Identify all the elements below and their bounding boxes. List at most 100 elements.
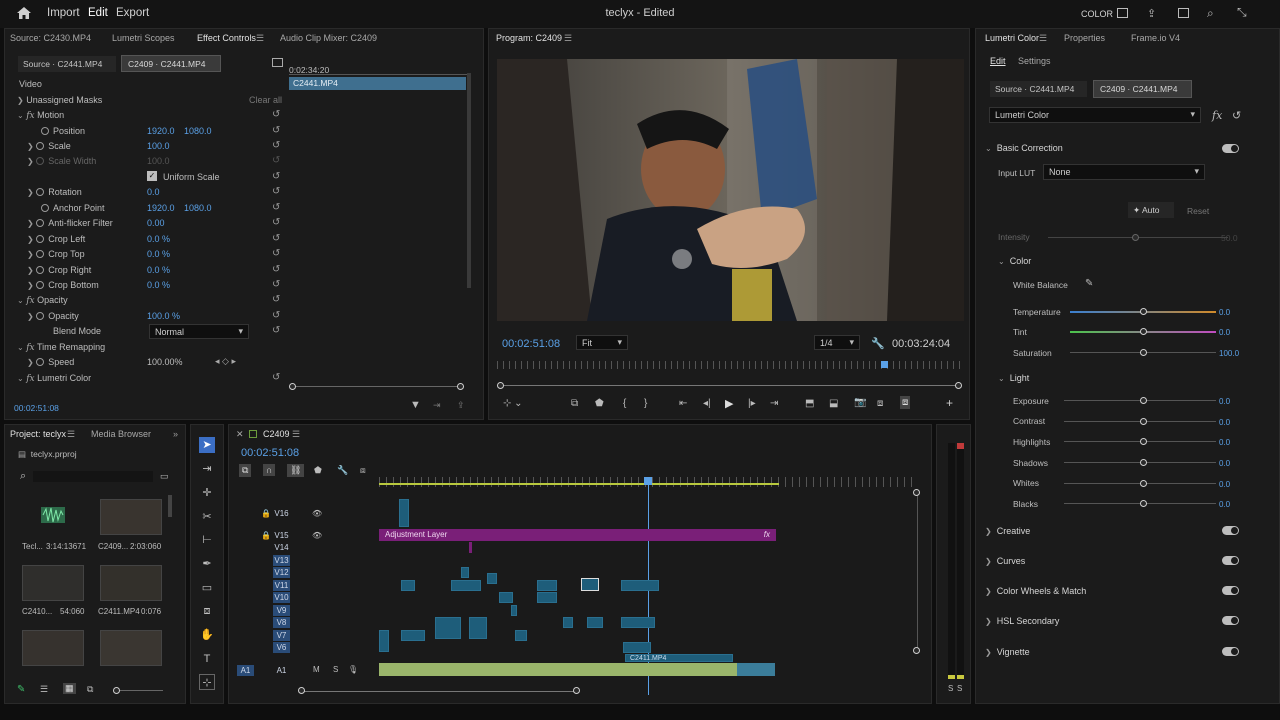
- mark-out-icon[interactable]: }: [644, 398, 647, 409]
- ec-timecode[interactable]: 00:02:51:08: [14, 403, 59, 413]
- scale-value[interactable]: 100.0: [147, 141, 170, 151]
- blend-reset-icon[interactable]: ↺: [272, 326, 284, 336]
- clip-v8c[interactable]: [563, 617, 573, 628]
- tint-knob[interactable]: [1140, 328, 1147, 335]
- motion-reset-icon[interactable]: ↺: [272, 110, 284, 120]
- audio-clip-a1[interactable]: [379, 663, 737, 676]
- program-zoom-right[interactable]: [955, 382, 962, 389]
- clip-v16[interactable]: [399, 499, 409, 527]
- ripple-edit-tool-icon[interactable]: ✛: [199, 485, 215, 501]
- effect-select[interactable]: Lumetri Color: [989, 107, 1201, 123]
- lumetri-effect[interactable]: ⌄ fx Lumetri Color: [17, 373, 91, 384]
- track-v13[interactable]: V13: [273, 555, 290, 566]
- thumb-clip-6[interactable]: [100, 630, 162, 666]
- saturation-knob[interactable]: [1140, 349, 1147, 356]
- ec-zoom-bar[interactable]: [293, 386, 463, 387]
- share-icon[interactable]: [1178, 8, 1189, 18]
- blacks-value[interactable]: 0.0: [1219, 500, 1230, 509]
- reset-button[interactable]: Reset: [1187, 206, 1209, 216]
- crop-bottom-value[interactable]: 0.0 %: [147, 280, 170, 290]
- saturation-value[interactable]: 100.0: [1219, 349, 1239, 358]
- exposure-value[interactable]: 0.0: [1219, 397, 1230, 406]
- clip-v11b[interactable]: [451, 580, 481, 591]
- track-select-tool-icon[interactable]: ⇥: [199, 461, 215, 477]
- whites-knob[interactable]: [1140, 480, 1147, 487]
- clip-v10a[interactable]: [499, 592, 513, 603]
- speed-value[interactable]: 100.00%: [147, 357, 183, 367]
- shadows-value[interactable]: 0.0: [1219, 459, 1230, 468]
- ec-clip-bar[interactable]: C2441.MP4: [289, 77, 466, 90]
- anchor-reset-icon[interactable]: ↺: [272, 203, 284, 213]
- basic-correction-toggle[interactable]: [1222, 144, 1239, 153]
- add-marker-timeline-icon[interactable]: ⬟: [314, 465, 322, 476]
- clip-v12a[interactable]: [487, 573, 497, 584]
- track-v16[interactable]: V16: [273, 508, 290, 519]
- lumetri-menu-icon[interactable]: ☰: [1039, 33, 1047, 44]
- captions-icon[interactable]: ⧈: [360, 465, 366, 476]
- timeline-toggle-icon[interactable]: [272, 58, 283, 67]
- position-x-value[interactable]: 1920.0: [147, 126, 175, 136]
- timeline-timecode[interactable]: 00:02:51:08: [241, 447, 299, 459]
- audio-clip-a1-b[interactable]: [737, 663, 775, 676]
- crop-bottom-reset-icon[interactable]: ↺: [272, 280, 284, 290]
- crop-top-value[interactable]: 0.0 %: [147, 249, 170, 259]
- opacity-reset-icon[interactable]: ↺: [272, 311, 284, 321]
- tab-audio-clip-mixer[interactable]: Audio Clip Mixer: C2409: [280, 33, 377, 43]
- anti-flicker-value[interactable]: 0.00: [147, 218, 165, 228]
- freeform-view-icon[interactable]: ⧉: [87, 684, 93, 695]
- track-v7[interactable]: V7: [273, 630, 290, 641]
- frame-tool-icon[interactable]: ⧈: [199, 603, 215, 619]
- whites-value[interactable]: 0.0: [1219, 480, 1230, 489]
- timeline-hscroll-right[interactable]: [573, 687, 580, 694]
- program-zoom-left[interactable]: [497, 382, 504, 389]
- add-marker-icon[interactable]: ⬟: [595, 398, 604, 409]
- timeline-title[interactable]: C2409: [263, 429, 290, 439]
- clip-v7a[interactable]: [379, 630, 389, 652]
- crop-left-value[interactable]: 0.0 %: [147, 234, 170, 244]
- timeline-vscroll[interactable]: [917, 493, 918, 653]
- lumetri-reset-icon[interactable]: ↺: [272, 373, 284, 383]
- adjustment-layer-clip[interactable]: Adjustment Layer fx: [379, 529, 776, 541]
- mic-icon[interactable]: 🎙: [348, 665, 358, 674]
- opacity-effect[interactable]: ⌄ fx Opacity: [17, 295, 68, 306]
- position-reset-icon[interactable]: ↺: [272, 126, 284, 136]
- track-v6[interactable]: V6: [273, 642, 290, 653]
- crop-left-reset-icon[interactable]: ↺: [272, 234, 284, 244]
- subtab-settings[interactable]: Settings: [1018, 56, 1051, 66]
- anchor-y-value[interactable]: 1080.0: [184, 203, 212, 213]
- snap-icon[interactable]: ∩: [263, 464, 276, 476]
- type-tool-icon[interactable]: T: [199, 651, 215, 667]
- program-title[interactable]: Program: C2409: [496, 33, 562, 43]
- curves-header[interactable]: ❯ Curves: [985, 556, 1025, 566]
- clip-v6a[interactable]: [623, 642, 651, 653]
- quality-select[interactable]: 1/4: [814, 335, 860, 350]
- clip-v8d[interactable]: [587, 617, 603, 628]
- tab-project[interactable]: Project: teclyx: [10, 429, 66, 439]
- subtab-edit[interactable]: Edit: [990, 56, 1006, 66]
- curves-toggle[interactable]: [1222, 556, 1239, 565]
- auto-button[interactable]: ✦ Auto: [1128, 202, 1174, 218]
- filter-icon[interactable]: ▼: [410, 399, 421, 411]
- play-audio-icon[interactable]: ⇥: [433, 400, 441, 411]
- contrast-knob[interactable]: [1140, 418, 1147, 425]
- clip-v10b[interactable]: [537, 592, 557, 603]
- pen-tool-icon[interactable]: ✒: [199, 556, 215, 572]
- rotation-value[interactable]: 0.0: [147, 187, 160, 197]
- clip-v8a[interactable]: [435, 617, 461, 639]
- add-button-icon[interactable]: +: [946, 396, 953, 410]
- crop-right-reset-icon[interactable]: ↺: [272, 265, 284, 275]
- project-menu-icon[interactable]: ☰: [67, 429, 75, 440]
- go-to-in-icon[interactable]: ⇤: [679, 398, 687, 409]
- light-header[interactable]: ⌄ Light: [998, 373, 1029, 383]
- clip-v8e[interactable]: [621, 617, 655, 628]
- track-v15[interactable]: V15: [273, 530, 290, 541]
- scale-reset-icon[interactable]: ↺: [272, 141, 284, 151]
- track-v11[interactable]: V11: [273, 580, 290, 591]
- eye-icon-v15[interactable]: 👁: [312, 531, 322, 540]
- program-playhead[interactable]: [881, 361, 888, 368]
- project-scrollbar[interactable]: [168, 495, 172, 517]
- program-menu-icon[interactable]: ☰: [564, 33, 572, 44]
- eye-icon-v16[interactable]: 👁: [312, 509, 322, 518]
- color-wheels-toggle[interactable]: [1222, 586, 1239, 595]
- clip-v9a[interactable]: [511, 605, 517, 616]
